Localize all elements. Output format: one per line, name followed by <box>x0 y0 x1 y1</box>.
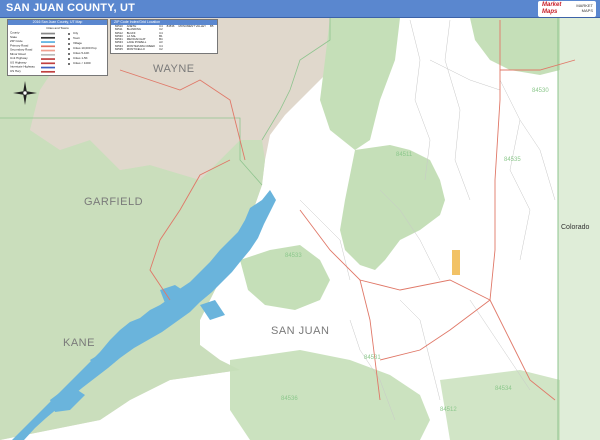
table-cell: C2 <box>159 47 163 52</box>
zip-label: 84533 <box>285 253 302 259</box>
header-bar: SAN JUAN COUNTY, UT Market Maps MARKET M… <box>0 0 600 18</box>
legend-subtitle: Cities and Towns <box>46 26 69 30</box>
legend-swatch <box>41 40 55 43</box>
zip-label: 84535 <box>504 157 521 163</box>
legend-item-label: Cities < 1000 <box>73 61 91 65</box>
legend-swatch <box>41 66 55 68</box>
legend-swatch <box>41 32 55 34</box>
zip-code-index: ZIP Code Index/Grid Location 84510 ANETH C… <box>110 19 218 54</box>
table-cell: MONUMENT VALLEY <box>178 24 206 28</box>
map-title: SAN JUAN COUNTY, UT <box>6 2 136 14</box>
legend-marker <box>68 32 70 35</box>
table-row: 84535 MONTICELLO C2 <box>113 47 215 52</box>
legend-left-column: County State ZIP Code Primary Road Secondary… <box>10 31 58 74</box>
table-cell <box>176 48 208 51</box>
map-canvas[interactable] <box>0 18 600 440</box>
state-label-colorado: Colorado <box>561 224 590 231</box>
legend-item: Cities < 1000 <box>68 61 97 66</box>
legend-title: 2016 San Juan County, UT Map <box>8 20 107 25</box>
zip-label: 84534 <box>495 386 512 392</box>
zip-index-table: 84510 ANETH C4 84536 MONUMENT VALLEY B5 84511 B… <box>113 24 215 52</box>
brand-logo: Market Maps <box>542 2 562 15</box>
map-legend: 2016 San Juan County, UT Map Cities and … <box>7 19 108 76</box>
table-cell <box>165 48 177 51</box>
legend-marker <box>68 42 70 45</box>
zip-label: 84536 <box>281 396 298 402</box>
legend-swatch <box>41 45 55 47</box>
legend-swatch <box>41 70 55 73</box>
map-svg <box>0 18 600 440</box>
legend-marker <box>68 62 70 65</box>
zip-label: 84511 <box>396 152 413 158</box>
brand-logo-box[interactable]: Market Maps MARKET MAPS <box>538 1 596 17</box>
legend-marker <box>68 37 70 40</box>
forest-area-southeast <box>440 370 560 440</box>
compass-rose-icon <box>13 81 37 105</box>
legend-marker <box>68 47 70 50</box>
legend-swatch <box>41 62 55 64</box>
county-label-san-juan: SAN JUAN <box>271 325 330 337</box>
legend-swatch <box>41 53 55 56</box>
legend-item-label: US Hwy <box>10 69 21 73</box>
legend-swatch <box>41 57 55 60</box>
county-label-wayne: WAYNE <box>153 63 195 75</box>
table-cell: 84535 <box>115 47 123 52</box>
table-cell: MONTICELLO <box>126 47 145 52</box>
legend-right-column: City Town Village Cities 10,000 Pop Cities 5… <box>68 31 97 66</box>
county-label-kane: KANE <box>63 337 95 349</box>
table-cell <box>208 48 215 51</box>
legend-swatch <box>41 36 55 39</box>
town-highlight <box>452 250 460 275</box>
zip-label: 84530 <box>532 88 549 94</box>
zip-label: 84512 <box>440 407 457 413</box>
county-label-garfield: GARFIELD <box>84 196 144 208</box>
legend-swatch <box>41 49 55 51</box>
zip-label: 84531 <box>364 355 381 361</box>
legend-marker <box>68 57 70 60</box>
legend-marker <box>68 52 70 55</box>
legend-item: US Hwy <box>10 69 58 73</box>
brand-subtitle: MARKET MAPS <box>576 3 593 13</box>
